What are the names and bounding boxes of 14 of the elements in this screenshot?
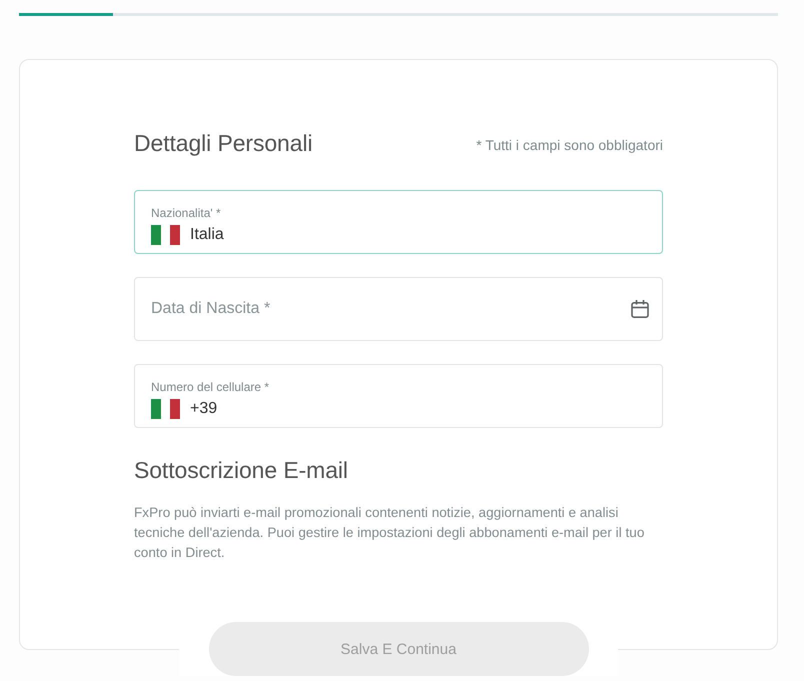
field-value: +39 [190,400,218,418]
field-label: Numero del cellulare * [151,379,270,395]
calendar-icon[interactable] [630,299,650,319]
field-value: Italia [190,226,224,244]
nationality-select[interactable]: Nazionalita' * Italia [134,190,663,254]
field-label: Nazionalita' * [151,205,222,221]
phone-field[interactable]: Numero del cellulare * +39 [134,364,663,428]
flag-icon [151,225,180,245]
section-title: Dettagli Personali [134,129,312,158]
field-placeholder: Data di Nascita * [151,300,270,318]
section-title: Sottoscrizione E-mail [134,456,349,485]
subscription-description: FxPro può inviarti e-mail promozionali contenenti notizie, aggiornamenti e analisi tecniche dell'azienda. Puoi gestire le impostazioni degli abbonamenti e-mail per il tuo conto in Direct. [134,504,646,562]
flag-icon [151,399,180,419]
required-note: * Tutti i campi sono obbligatori [476,137,663,153]
